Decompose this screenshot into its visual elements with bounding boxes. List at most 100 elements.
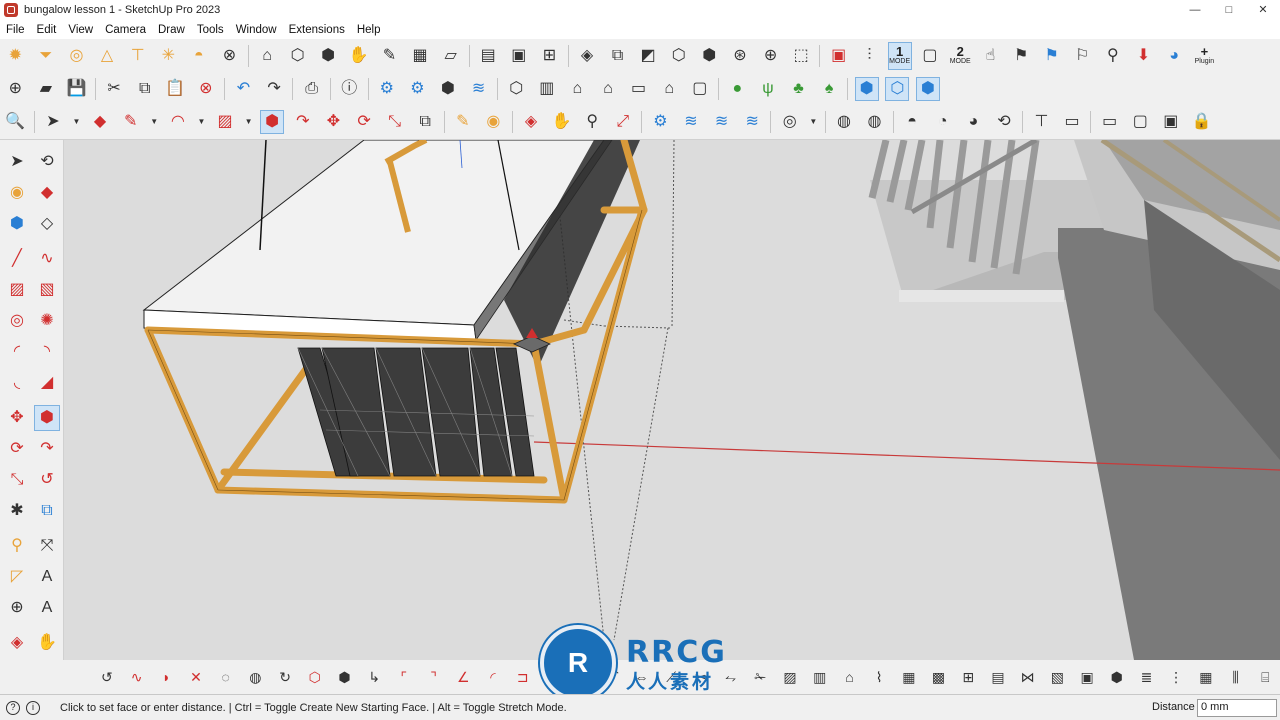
paint-bucket-icon[interactable]: ◉: [481, 110, 505, 134]
orbit-tool-icon[interactable]: ◈: [4, 630, 30, 656]
window-icon[interactable]: ▭: [1098, 110, 1122, 134]
three-point-arc-icon[interactable]: ◟: [4, 370, 30, 396]
joint-icon[interactable]: ✕: [185, 666, 206, 688]
eraser-icon[interactable]: ◆: [34, 180, 60, 206]
interactive-render-icon[interactable]: ◕: [961, 110, 985, 134]
chamfer-icon[interactable]: ◜: [482, 666, 503, 688]
zoom-tool-icon[interactable]: ⚲: [580, 110, 604, 134]
sliders-icon[interactable]: ⫶: [857, 44, 881, 68]
model-info-icon[interactable]: ⓘ: [337, 77, 361, 101]
box-icon[interactable]: ⬡: [286, 44, 310, 68]
lathe-icon[interactable]: ◍: [245, 666, 266, 688]
wall-icon[interactable]: ▤: [987, 666, 1008, 688]
redo-icon[interactable]: ↷: [262, 77, 286, 101]
angle-icon[interactable]: ∠: [453, 666, 474, 688]
roof-icon[interactable]: ⌂: [839, 666, 860, 688]
solid-box-icon[interactable]: ⬢: [316, 44, 340, 68]
paint-icon[interactable]: ◉: [4, 180, 30, 206]
sandbox-icon[interactable]: ⌂: [255, 44, 279, 68]
push-pull-tool-icon[interactable]: ⬢: [34, 405, 60, 431]
refresh-render-icon[interactable]: ⟲: [992, 110, 1016, 134]
sphere-dark-icon[interactable]: ⊕: [759, 44, 783, 68]
menu-file[interactable]: File: [0, 24, 31, 36]
tee-icon[interactable]: ⊤: [126, 44, 150, 68]
surface-icon[interactable]: ▨: [779, 666, 800, 688]
orbit-icon[interactable]: ◈: [519, 110, 543, 134]
new-file-icon[interactable]: ⊕: [3, 77, 27, 101]
plugin-button[interactable]: + Plugin: [1192, 42, 1216, 70]
shapes-icon[interactable]: ◈: [575, 44, 599, 68]
pin-icon[interactable]: ⚲: [1101, 44, 1125, 68]
chevron-down-icon[interactable]: ▼: [71, 110, 81, 134]
select-arrow-icon[interactable]: ➤: [41, 110, 65, 134]
text-tool-icon[interactable]: A: [34, 564, 60, 590]
scale-icon[interactable]: ⤡: [383, 110, 407, 134]
geo-location-icon[interactable]: ?: [6, 700, 20, 715]
minimize-button[interactable]: —: [1178, 0, 1212, 20]
component-icon[interactable]: ⬢: [4, 211, 30, 237]
scale-tool-icon[interactable]: ⤡: [4, 467, 30, 493]
rectangle-icon[interactable]: ▨: [4, 277, 30, 303]
target-icon[interactable]: ◎: [64, 44, 88, 68]
materials-icon[interactable]: ≋: [710, 110, 734, 134]
iso-view-icon[interactable]: ⬡: [504, 77, 528, 101]
3d-text-icon[interactable]: A: [34, 595, 60, 621]
offset-tool-icon[interactable]: ↺: [34, 467, 60, 493]
report-icon[interactable]: ▣: [827, 44, 851, 68]
arc-icon[interactable]: ◜: [4, 339, 30, 365]
balcony-icon[interactable]: ⌸: [1255, 666, 1276, 688]
window-frame-icon[interactable]: ▢: [1128, 110, 1152, 134]
bezier-icon[interactable]: ∿: [126, 666, 147, 688]
left-view-icon[interactable]: ⌂: [657, 77, 681, 101]
eraser-icon[interactable]: ◆: [88, 110, 112, 134]
wireframe-icon[interactable]: ⬢: [915, 76, 940, 101]
slice-icon[interactable]: ◩: [636, 44, 660, 68]
pencil-tool-icon[interactable]: ✎: [377, 44, 401, 68]
print-icon[interactable]: ⎙: [300, 77, 324, 101]
components-icon[interactable]: ⚙: [648, 110, 672, 134]
menu-help[interactable]: Help: [351, 24, 387, 36]
fillet-icon[interactable]: ◗: [156, 666, 177, 688]
measurement-input[interactable]: 0 mm: [1197, 699, 1277, 717]
follow-me-icon[interactable]: ↷: [291, 110, 315, 134]
maximize-button[interactable]: □: [1212, 0, 1246, 20]
select-icon[interactable]: ➤: [4, 149, 30, 175]
solid-icon[interactable]: ⬢: [334, 666, 355, 688]
copy-icon[interactable]: ⧉: [133, 77, 157, 101]
teapot-icon[interactable]: ◓: [900, 110, 924, 134]
protractor-icon[interactable]: ◸: [4, 564, 30, 590]
render-icon[interactable]: ◔: [931, 110, 955, 134]
back-view-icon[interactable]: ▭: [627, 77, 651, 101]
flag-blue-icon[interactable]: ⚑: [1040, 44, 1064, 68]
corner-icon[interactable]: ⌜: [393, 666, 414, 688]
grass-icon[interactable]: ψ: [756, 77, 780, 101]
flag-outline-icon[interactable]: ⚐: [1070, 44, 1094, 68]
shrub-icon[interactable]: ♣: [787, 77, 811, 101]
funnel-icon[interactable]: ⏷: [34, 44, 58, 68]
line-tool-icon[interactable]: ✎: [119, 110, 143, 134]
status-globe-icon[interactable]: ◎: [778, 110, 802, 134]
chevron-down-icon[interactable]: ▼: [196, 110, 206, 134]
arc-tool-icon[interactable]: ◠: [166, 110, 190, 134]
sphere-icon[interactable]: ⊛: [728, 44, 752, 68]
dimension-icon[interactable]: ⤧: [34, 533, 60, 559]
rotated-rectangle-icon[interactable]: ▧: [34, 277, 60, 303]
vray-icon[interactable]: ◍: [832, 110, 856, 134]
warehouse-icon[interactable]: ⚙: [375, 77, 399, 101]
extrude-icon[interactable]: ⬡: [304, 666, 325, 688]
menu-window[interactable]: Window: [230, 24, 283, 36]
info-icon[interactable]: i: [26, 700, 40, 715]
layout-icon[interactable]: ≋: [467, 77, 491, 101]
circle-icon[interactable]: ◎: [4, 308, 30, 334]
hatch-icon[interactable]: ▦: [1195, 666, 1216, 688]
tree-icon[interactable]: ♠: [817, 77, 841, 101]
polygon-icon[interactable]: ✺: [34, 308, 60, 334]
stack-icon[interactable]: ▣: [507, 44, 531, 68]
cut-icon[interactable]: ✂: [102, 77, 126, 101]
window-stack-icon[interactable]: ▣: [1159, 110, 1183, 134]
wire-cube-icon[interactable]: ⬢: [697, 44, 721, 68]
flag-icon[interactable]: ⚑: [1009, 44, 1033, 68]
axes-icon[interactable]: ⊕: [4, 595, 30, 621]
back-edges-icon[interactable]: ⬡: [885, 76, 910, 101]
dome-icon[interactable]: ◓: [187, 44, 211, 68]
